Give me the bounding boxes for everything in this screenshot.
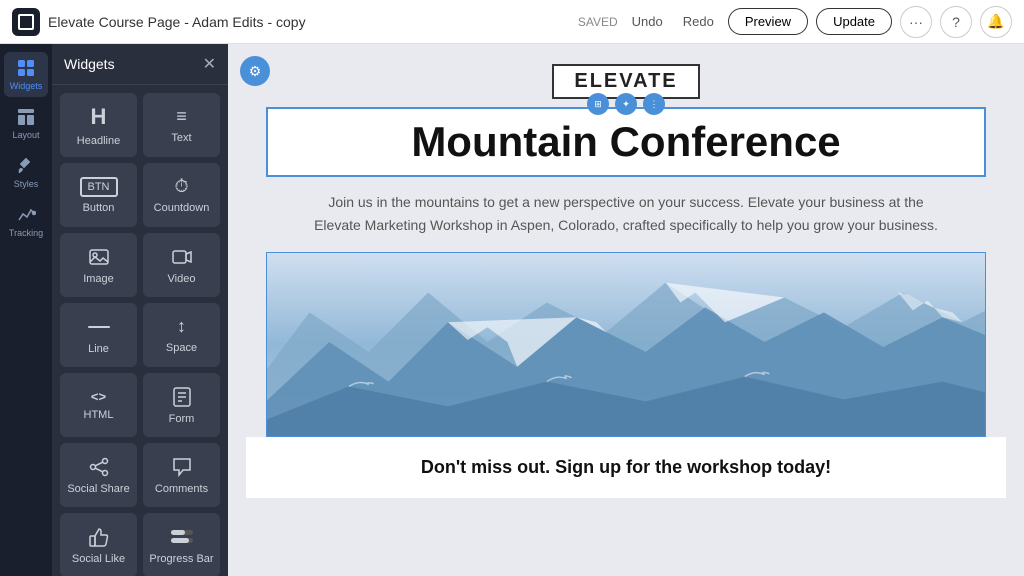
canvas-content: ELEVATE ⊞ ✦ ⋮ Mountain Conference Join u… xyxy=(246,44,1006,437)
app-logo xyxy=(12,8,40,36)
handle-button-3[interactable]: ⋮ xyxy=(643,93,665,115)
sidebar-item-widgets[interactable]: Widgets xyxy=(4,52,48,97)
widget-label: Video xyxy=(168,273,196,285)
widget-label: Space xyxy=(166,342,197,354)
widget-social-share[interactable]: Social Share xyxy=(60,443,137,507)
sidebar-item-label: Layout xyxy=(12,130,39,140)
layout-icon xyxy=(16,107,36,127)
main-heading: Mountain Conference xyxy=(288,119,964,165)
widget-label: Text xyxy=(171,132,191,144)
bottom-cta-text: Don't miss out. Sign up for the workshop… xyxy=(266,457,986,478)
social-like-icon xyxy=(88,526,110,548)
widget-space[interactable]: ↕ Space xyxy=(143,303,220,367)
sidebar-item-label: Tracking xyxy=(9,228,43,238)
widget-comments[interactable]: Comments xyxy=(143,443,220,507)
form-icon xyxy=(171,386,193,408)
sidebar-icons: Widgets Layout Styles Tracking xyxy=(0,44,52,576)
sidebar-item-label: Widgets xyxy=(10,81,43,91)
logo-inner xyxy=(18,14,34,30)
undo-button[interactable]: Undo xyxy=(626,10,669,33)
widget-label: Social Like xyxy=(72,553,125,565)
handle-button-1[interactable]: ⊞ xyxy=(587,93,609,115)
more-icon: ··· xyxy=(909,14,923,30)
video-icon xyxy=(171,246,193,268)
html-icon: <> xyxy=(91,389,106,404)
widget-label: Button xyxy=(83,202,115,214)
widget-label: Countdown xyxy=(154,202,210,214)
notifications-button[interactable]: 🔔 xyxy=(980,6,1012,38)
bell-icon: 🔔 xyxy=(987,13,1004,30)
styles-icon xyxy=(16,156,36,176)
sidebar-item-tracking[interactable]: Tracking xyxy=(4,199,48,244)
preview-button[interactable]: Preview xyxy=(728,8,808,35)
widgets-panel-header: Widgets ✕ xyxy=(52,44,228,85)
widgets-grid: H Headline ≡ Text BTN Button ⏱ Countdown xyxy=(52,85,228,576)
main-layout: Widgets Layout Styles Tracking xyxy=(0,44,1024,576)
social-share-icon xyxy=(88,456,110,478)
comments-icon xyxy=(171,456,193,478)
sidebar-item-label: Styles xyxy=(14,179,39,189)
close-panel-button[interactable]: ✕ xyxy=(203,54,216,74)
widget-button[interactable]: BTN Button xyxy=(60,163,137,227)
widgets-panel-title: Widgets xyxy=(64,56,115,72)
widget-label: Social Share xyxy=(67,483,129,495)
subtitle-text: Join us in the mountains to get a new pe… xyxy=(306,191,946,236)
widget-label: Line xyxy=(88,343,109,355)
header-right: SAVED Undo Redo Preview Update ··· ? 🔔 xyxy=(578,6,1012,38)
space-icon: ↕ xyxy=(177,316,186,337)
widget-label: HTML xyxy=(84,409,114,421)
page-title: Elevate Course Page - Adam Edits - copy xyxy=(48,14,306,30)
mountain-image-block xyxy=(266,252,986,437)
handle-button-2[interactable]: ✦ xyxy=(615,93,637,115)
widget-label: Comments xyxy=(155,483,208,495)
widget-html[interactable]: <> HTML xyxy=(60,373,137,437)
progress-bar-icon xyxy=(171,526,193,548)
widgets-icon xyxy=(16,58,36,78)
update-button[interactable]: Update xyxy=(816,8,892,35)
headline-icon: H xyxy=(91,104,107,130)
canvas-area: ⚙ ELEVATE ⊞ ✦ ⋮ Mountain Conference Join… xyxy=(228,44,1024,576)
widget-social-like[interactable]: Social Like xyxy=(60,513,137,576)
widget-text[interactable]: ≡ Text xyxy=(143,93,220,157)
sidebar-item-layout[interactable]: Layout xyxy=(4,101,48,146)
canvas-toolbar: ⚙ xyxy=(240,56,270,86)
widget-form[interactable]: Form xyxy=(143,373,220,437)
widget-countdown[interactable]: ⏱ Countdown xyxy=(143,163,220,227)
line-icon xyxy=(88,316,110,338)
widget-label: Headline xyxy=(77,135,120,147)
redo-button[interactable]: Redo xyxy=(677,10,720,33)
heading-block-wrapper: ⊞ ✦ ⋮ Mountain Conference xyxy=(266,107,986,177)
heading-handles: ⊞ ✦ ⋮ xyxy=(587,93,665,115)
widget-video[interactable]: Video xyxy=(143,233,220,297)
help-icon: ? xyxy=(952,14,960,30)
widget-image[interactable]: Image xyxy=(60,233,137,297)
top-header: Elevate Course Page - Adam Edits - copy … xyxy=(0,0,1024,44)
tracking-icon xyxy=(16,205,36,225)
countdown-icon: ⏱ xyxy=(174,176,188,197)
settings-gear-button[interactable]: ⚙ xyxy=(240,56,270,86)
header-left: Elevate Course Page - Adam Edits - copy xyxy=(12,8,306,36)
widget-headline[interactable]: H Headline xyxy=(60,93,137,157)
more-options-button[interactable]: ··· xyxy=(900,6,932,38)
sidebar-item-styles[interactable]: Styles xyxy=(4,150,48,195)
saved-status: SAVED xyxy=(578,15,618,29)
widget-label: Form xyxy=(169,413,195,425)
bottom-section: Don't miss out. Sign up for the workshop… xyxy=(246,437,1006,498)
widgets-panel: Widgets ✕ H Headline ≡ Text BTN Button ⏱… xyxy=(52,44,228,576)
text-icon: ≡ xyxy=(176,106,187,127)
widget-progress-bar[interactable]: Progress Bar xyxy=(143,513,220,576)
mountain-svg xyxy=(267,253,985,436)
widget-line[interactable]: Line xyxy=(60,303,137,367)
help-button[interactable]: ? xyxy=(940,6,972,38)
button-icon: BTN xyxy=(80,177,118,197)
image-icon xyxy=(88,246,110,268)
heading-block: Mountain Conference xyxy=(266,107,986,177)
widget-label: Progress Bar xyxy=(149,553,213,565)
close-icon: ✕ xyxy=(203,56,216,73)
widget-label: Image xyxy=(83,273,114,285)
gear-icon: ⚙ xyxy=(249,63,262,80)
